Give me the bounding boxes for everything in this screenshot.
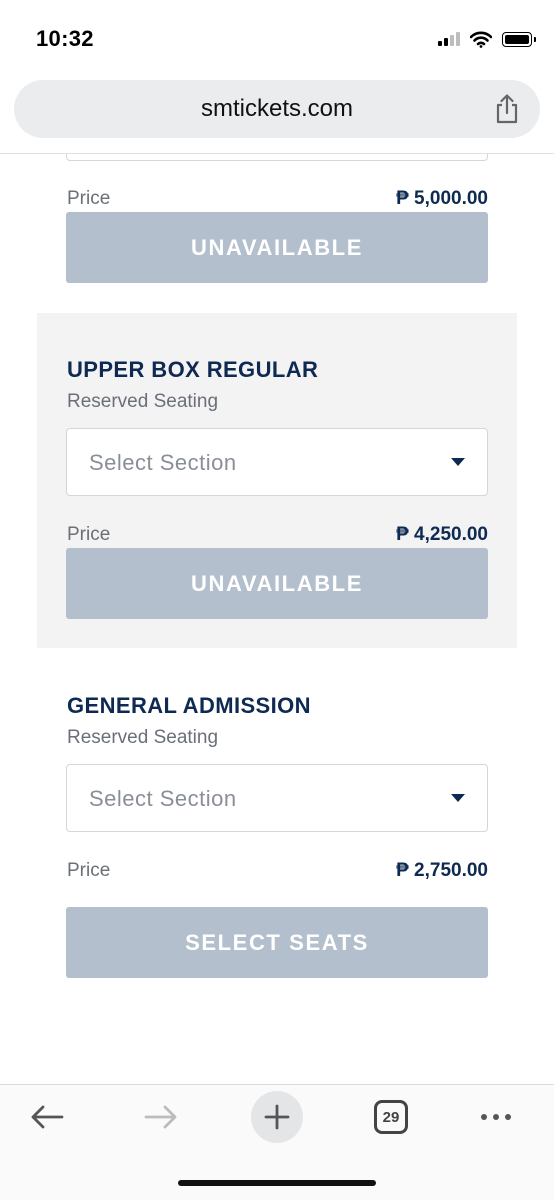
ticket-subtitle: Reserved Seating — [67, 391, 219, 412]
home-indicator — [178, 1180, 376, 1186]
price-value: ₱ 5,000.00 — [396, 188, 488, 209]
section-select[interactable]: Select Section — [66, 764, 488, 832]
price-label: Price — [67, 188, 111, 209]
status-icons — [438, 28, 536, 50]
wifi-icon — [470, 31, 492, 48]
ticket-title: UPPER BOX REGULAR — [67, 357, 319, 382]
status-time: 10:32 — [36, 26, 94, 51]
url-text[interactable]: smtickets.com — [14, 95, 540, 123]
cellular-signal-icon — [438, 32, 460, 46]
ticket-title: GENERAL ADMISSION — [67, 693, 311, 718]
ticket-subtitle: Reserved Seating — [67, 727, 219, 748]
address-bar[interactable]: smtickets.com — [14, 80, 540, 138]
select-seats-button[interactable]: SELECT SEATS — [66, 907, 488, 978]
unavailable-button[interactable]: UNAVAILABLE — [66, 548, 488, 619]
ticket-card-general-admission: GENERAL ADMISSION Reserved Seating Selec… — [37, 648, 517, 988]
back-button[interactable] — [17, 1091, 77, 1143]
plus-icon — [264, 1104, 290, 1130]
tabs-icon: 29 — [374, 1100, 408, 1134]
section-select-placeholder: Select Section — [89, 450, 237, 475]
section-select-placeholder: Select Section — [89, 786, 237, 811]
forward-button[interactable] — [131, 1091, 191, 1143]
ticket-card-partial: Price ₱ 5,000.00 UNAVAILABLE — [37, 154, 517, 294]
battery-icon — [502, 31, 536, 47]
arrow-right-icon — [144, 1105, 177, 1129]
unavailable-button[interactable]: UNAVAILABLE — [66, 212, 488, 283]
ticket-list: Price ₱ 5,000.00 UNAVAILABLE UPPER BOX R… — [0, 154, 554, 1084]
caret-down-icon — [451, 458, 465, 466]
tabs-button[interactable]: 29 — [361, 1091, 421, 1143]
more-icon — [481, 1114, 511, 1120]
more-button[interactable] — [466, 1091, 526, 1143]
section-select[interactable]: Select Section — [66, 428, 488, 496]
ticket-card-upper-box-regular: UPPER BOX REGULAR Reserved Seating Selec… — [37, 313, 517, 648]
price-label: Price — [67, 860, 111, 881]
price-value: ₱ 4,250.00 — [396, 524, 488, 545]
price-value: ₱ 2,750.00 — [396, 860, 488, 881]
tab-count: 29 — [382, 1108, 400, 1126]
price-label: Price — [67, 524, 111, 545]
arrow-left-icon — [31, 1105, 64, 1129]
share-button[interactable] — [492, 93, 522, 125]
new-tab-button[interactable] — [247, 1091, 307, 1143]
status-bar: 10:32 — [0, 0, 554, 72]
caret-down-icon — [451, 794, 465, 802]
share-icon — [496, 94, 518, 124]
